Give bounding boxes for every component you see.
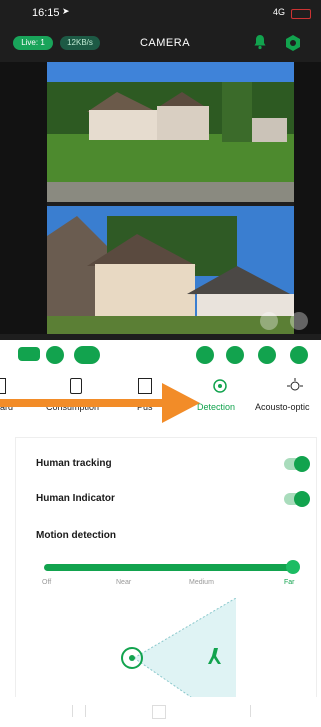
camera-view: 16:15 ➤ 4G Live: 1 12KB/s CAMERA (0, 0, 321, 340)
camera-feed-2 (47, 206, 294, 334)
camera-topbar: Live: 1 12KB/s CAMERA (0, 32, 321, 60)
nav-back-icon[interactable] (250, 705, 263, 717)
status-bar: 16:15 ➤ 4G (0, 0, 321, 26)
level-far: Far (284, 579, 295, 586)
human-indicator-label: Human Indicator (36, 493, 115, 504)
battery-toggle-icon[interactable] (18, 347, 40, 361)
detection-icon (213, 379, 227, 393)
play-icon[interactable] (226, 346, 244, 364)
level-off: Off (42, 579, 52, 586)
human-tracking-label: Human tracking (36, 458, 112, 469)
bell-icon[interactable] (252, 34, 268, 50)
camera-right-pane (294, 62, 321, 334)
annotation-arrow (0, 383, 200, 423)
camera-left-pane (0, 62, 47, 334)
level-near: Near (116, 579, 132, 586)
camera-feed-1 (47, 62, 294, 202)
chevron-down-icon[interactable] (290, 346, 308, 364)
record-icon[interactable] (46, 346, 64, 364)
chat-icon[interactable] (74, 346, 100, 364)
fullscreen-button[interactable] (290, 312, 308, 330)
page-title: CAMERA (139, 37, 191, 49)
human-indicator-toggle[interactable] (284, 491, 310, 507)
tab-acousto-optic[interactable]: Acousto-optic (255, 402, 310, 412)
app-screen: 16:15 ➤ 4G Live: 1 12KB/s CAMERA Detecti… (0, 0, 321, 727)
detection-settings-panel: Human tracking Human Indicator Motion de… (15, 437, 317, 727)
screenshot-button[interactable] (260, 312, 278, 330)
network-label: 4G (272, 7, 285, 17)
human-tracking-toggle[interactable] (284, 456, 310, 472)
live-badge: Live: 1 (13, 36, 53, 50)
battery-icon (291, 9, 311, 19)
settings-icon[interactable] (284, 34, 302, 52)
nav-menu-icon[interactable] (72, 705, 86, 717)
rotate-icon[interactable] (196, 346, 214, 364)
level-medium: Medium (189, 579, 214, 586)
motion-detection-slider[interactable] (44, 564, 294, 571)
motion-detection-label: Motion detection (36, 530, 116, 541)
user-icon[interactable] (258, 346, 276, 364)
tab-detection[interactable]: Detection (197, 402, 235, 412)
status-time: 16:15 (32, 7, 60, 19)
bitrate-badge: 12KB/s (60, 36, 100, 50)
location-arrow-icon: ➤ (62, 6, 70, 16)
slider-knob[interactable] (286, 560, 300, 574)
bottom-nav (0, 697, 321, 727)
control-strip (0, 340, 321, 370)
nav-home-icon[interactable] (152, 705, 166, 719)
light-icon (287, 378, 303, 391)
